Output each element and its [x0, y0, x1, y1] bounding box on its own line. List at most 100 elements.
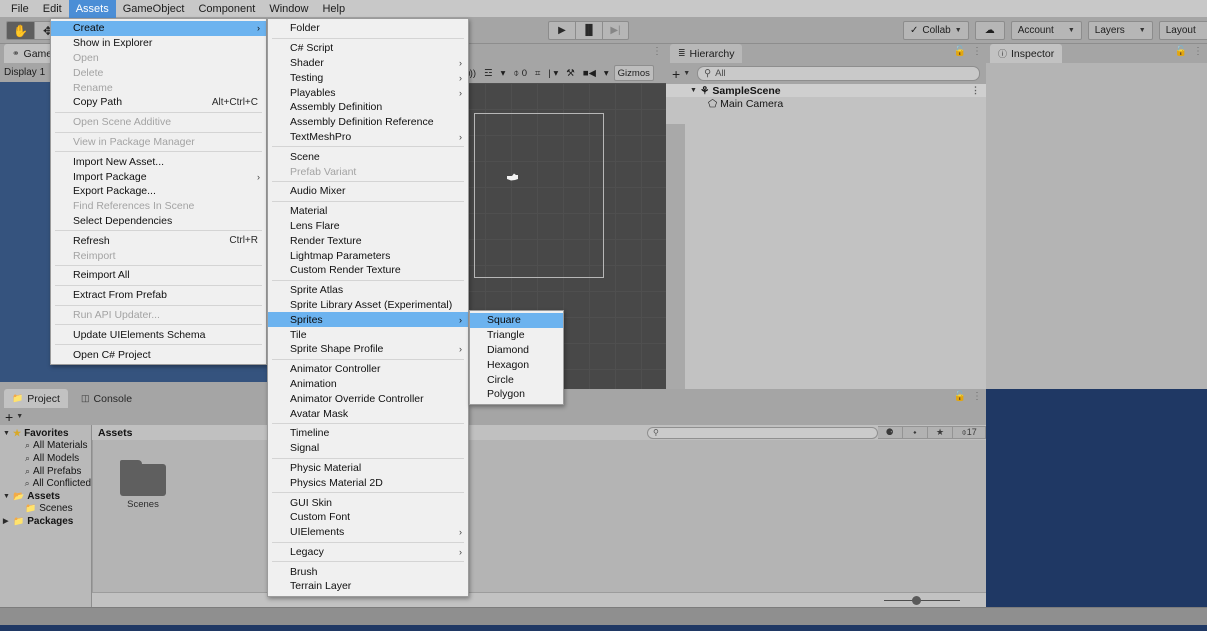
create-menu-sprite-library-asset-experimental[interactable]: Sprite Library Asset (Experimental) — [268, 298, 468, 313]
create-menu-custom-render-texture[interactable]: Custom Render Texture — [268, 263, 468, 278]
asset-item-scenes[interactable]: Scenes — [108, 460, 178, 510]
assets-menu-import-package[interactable]: Import Package › — [51, 169, 266, 184]
project-asset-grid[interactable]: Scenes — [92, 440, 986, 592]
project-tab-controls[interactable]: 🔓 ⋮ — [954, 391, 982, 402]
play-controls-group[interactable]: ▶ ▐▌ ▶| — [548, 21, 629, 40]
sprites-menu-polygon[interactable]: Polygon — [470, 387, 563, 402]
hand-tool-icon[interactable]: ✋ — [6, 21, 34, 40]
menubar-item-help[interactable]: Help — [315, 0, 352, 18]
gizmos-button[interactable]: Gizmos — [613, 65, 654, 81]
create-menu-legacy[interactable]: Legacy › — [268, 545, 468, 560]
scene-view-tab-controls[interactable]: ⋮ — [652, 46, 662, 57]
scene-tools-icon[interactable]: ⚒ — [563, 65, 578, 81]
menubar-item-component[interactable]: Component — [191, 0, 262, 18]
play-button[interactable]: ▶ — [548, 21, 575, 40]
project-tree-item-packages[interactable]: ▶ 📁 Packages — [0, 515, 91, 528]
assets-menu-reimport-all[interactable]: Reimport All — [51, 268, 266, 283]
more-options-icon[interactable]: ⋮ — [972, 46, 982, 57]
assets-menu-extract-from-prefab[interactable]: Extract From Prefab — [51, 288, 266, 303]
create-menu-custom-font[interactable]: Custom Font — [268, 510, 468, 525]
create-menu-signal[interactable]: Signal — [268, 441, 468, 456]
project-add-button[interactable]: + — [5, 410, 13, 424]
chevron-down-icon[interactable]: ▼ — [16, 413, 23, 420]
create-menu-animation[interactable]: Animation — [268, 377, 468, 392]
create-menu-lightmap-parameters[interactable]: Lightmap Parameters — [268, 248, 468, 263]
step-button[interactable]: ▶| — [602, 21, 629, 40]
grid-caret[interactable]: | ▾ — [545, 65, 561, 81]
camera-caret[interactable]: ▾ — [601, 65, 612, 81]
project-tree[interactable]: ▼ ★ Favorites ⌕ All Materials ⌕ All Models ⌕ All… — [0, 425, 92, 607]
create-menu-physics-material-2d[interactable]: Physics Material 2D — [268, 475, 468, 490]
lock-icon[interactable]: 🔓 — [954, 391, 966, 402]
create-menu-sprite-atlas[interactable]: Sprite Atlas — [268, 283, 468, 298]
filter-by-label-button[interactable]: ⬩ — [902, 426, 928, 439]
more-options-icon[interactable]: ⋮ — [971, 85, 980, 96]
chevron-right-icon[interactable]: ▶ — [3, 517, 10, 525]
create-menu-brush[interactable]: Brush — [268, 564, 468, 579]
create-menu-shader[interactable]: Shader › — [268, 56, 468, 71]
create-menu-playables[interactable]: Playables › — [268, 85, 468, 100]
create-menu-timeline[interactable]: Timeline — [268, 426, 468, 441]
menubar-item-file[interactable]: File — [4, 0, 36, 18]
assets-menu-select-dependencies[interactable]: Select Dependencies — [51, 214, 266, 229]
asset-zoom-slider[interactable] — [884, 595, 960, 606]
project-tree-item-all-conflicted[interactable]: ⌕ All Conflicted — [0, 477, 91, 490]
create-menu-physic-material[interactable]: Physic Material — [268, 461, 468, 476]
sprites-menu-circle[interactable]: Circle — [470, 372, 563, 387]
assets-menu-show-in-explorer[interactable]: Show in Explorer — [51, 36, 266, 51]
more-options-icon[interactable]: ⋮ — [972, 391, 982, 402]
project-tree-item-all-materials[interactable]: ⌕ All Materials — [0, 440, 91, 453]
layers-button[interactable]: Layers ▼ — [1087, 21, 1153, 40]
create-menu-c-script[interactable]: C# Script — [268, 41, 468, 56]
create-menu-assembly-definition-reference[interactable]: Assembly Definition Reference — [268, 115, 468, 130]
collab-button[interactable]: ✓ Collab ▼ — [903, 21, 969, 40]
more-options-icon[interactable]: ⋮ — [652, 46, 662, 57]
cloud-button[interactable]: ☁ — [974, 21, 1005, 40]
create-menu-sprites[interactable]: Sprites › — [268, 312, 468, 328]
assets-menu-open-c-project[interactable]: Open C# Project — [51, 347, 266, 362]
camera-icon[interactable]: ■◀ — [580, 65, 599, 81]
create-menu-scene[interactable]: Scene — [268, 149, 468, 164]
scene-view-toolbar[interactable]: ◂)) ☲ ▾ ⌽ 0 ⌗ | ▾ ⚒ ■◀ ▾ Gizmos — [459, 63, 666, 83]
menubar-item-assets[interactable]: Assets — [68, 0, 116, 18]
hierarchy-row-main-camera[interactable]: ⬠ Main Camera — [666, 97, 986, 110]
grid-icon[interactable]: ⌗ — [532, 65, 543, 81]
create-menu-render-texture[interactable]: Render Texture — [268, 233, 468, 248]
create-menu-tile[interactable]: Tile — [268, 327, 468, 342]
sprites-menu-diamond[interactable]: Diamond — [470, 343, 563, 358]
layout-button[interactable]: Layout ▼ — [1158, 21, 1207, 40]
camera-gizmo-icon[interactable] — [506, 172, 519, 182]
create-menu-assembly-definition[interactable]: Assembly Definition — [268, 100, 468, 115]
create-menu-animator-override-controller[interactable]: Animator Override Controller — [268, 391, 468, 406]
sprites-menu-square[interactable]: Square — [470, 313, 563, 328]
hierarchy-row-scene[interactable]: ▼ ⚘ SampleScene ⋮ — [666, 84, 986, 97]
assets-menu-create[interactable]: Create › — [51, 21, 266, 36]
fx-lighting-icon[interactable]: ☲ — [481, 65, 496, 81]
hierarchy-tree[interactable]: ▼ ⚘ SampleScene ⋮ ⬠ Main Camera — [666, 84, 986, 429]
chevron-down-icon[interactable]: ▼ — [683, 70, 690, 77]
create-menu-textmeshpro[interactable]: TextMeshPro › — [268, 130, 468, 145]
sprites-submenu[interactable]: Square Triangle Diamond Hexagon Circle Polygo… — [469, 310, 564, 405]
main-menu-bar[interactable]: File Edit Assets GameObject Component Window H… — [0, 0, 1207, 18]
project-tree-item-all-prefabs[interactable]: ⌕ All Prefabs — [0, 465, 91, 478]
gizmo-visibility-icon[interactable]: ⌽ 0 — [510, 65, 530, 81]
hierarchy-tab-controls[interactable]: 🔓 ⋮ — [954, 46, 982, 57]
create-menu-gui-skin[interactable]: GUI Skin — [268, 495, 468, 510]
sprites-menu-triangle[interactable]: Triangle — [470, 328, 563, 343]
assets-menu-import-new-asset[interactable]: Import New Asset... — [51, 154, 266, 169]
assets-menu-export-package[interactable]: Export Package... — [51, 184, 266, 199]
display-selector-label[interactable]: Display 1 — [4, 67, 45, 78]
assets-dropdown-menu[interactable]: Create › Show in Explorer Open Delete Rename C… — [50, 18, 267, 365]
menubar-item-edit[interactable]: Edit — [36, 0, 69, 18]
create-menu-audio-mixer[interactable]: Audio Mixer — [268, 184, 468, 199]
hierarchy-search-input[interactable]: ⚲ All — [697, 66, 980, 81]
sprites-menu-hexagon[interactable]: Hexagon — [470, 357, 563, 372]
project-search-input[interactable]: ⚲ — [647, 426, 878, 439]
more-options-icon[interactable]: ⋮ — [1193, 46, 1203, 57]
hierarchy-add-button[interactable]: + — [672, 67, 680, 81]
create-menu-sprite-shape-profile[interactable]: Sprite Shape Profile › — [268, 342, 468, 357]
assets-menu-refresh[interactable]: Refresh Ctrl+R — [51, 233, 266, 248]
menubar-item-window[interactable]: Window — [262, 0, 315, 18]
create-menu-avatar-mask[interactable]: Avatar Mask — [268, 406, 468, 421]
assets-menu-update-uielements-schema[interactable]: Update UIElements Schema — [51, 327, 266, 342]
